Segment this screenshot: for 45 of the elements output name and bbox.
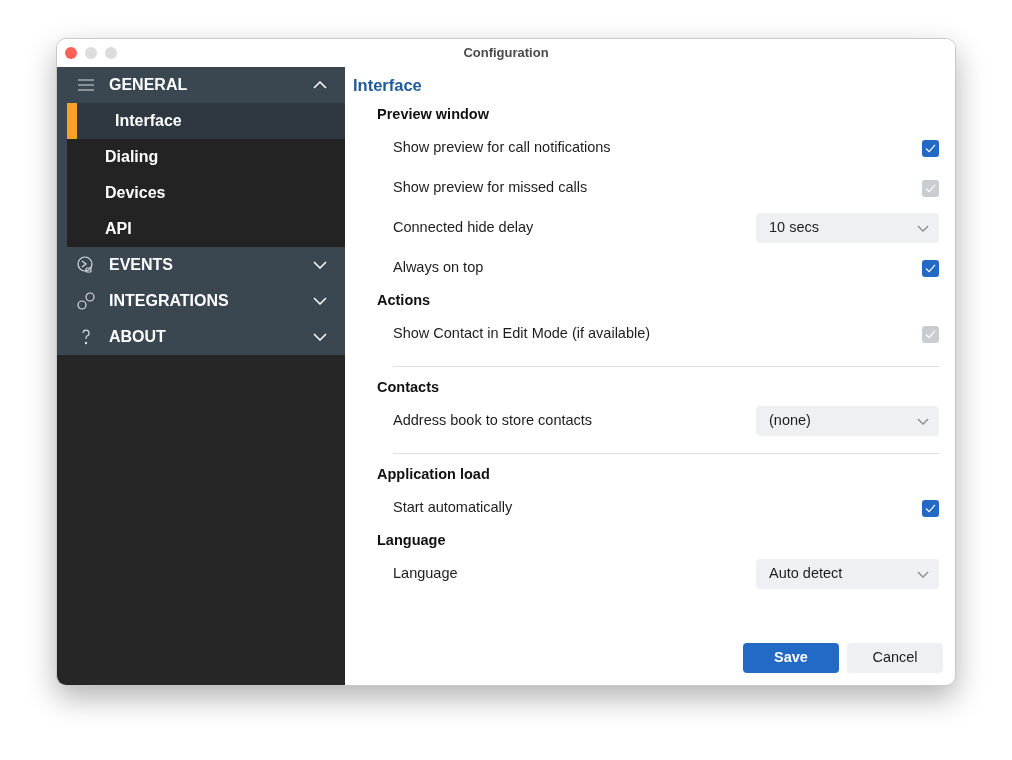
nav-group-header[interactable]: ABOUT xyxy=(57,319,345,355)
check-icon xyxy=(925,329,936,339)
section-heading: Application load xyxy=(377,465,490,485)
checkbox[interactable] xyxy=(922,499,939,517)
section-heading: Language xyxy=(377,531,446,551)
dropdown[interactable]: Auto detect xyxy=(756,559,939,589)
caret-icon xyxy=(917,417,929,425)
check-icon xyxy=(925,143,936,153)
nav-group-header[interactable]: INTEGRATIONS xyxy=(57,283,345,319)
section-heading: Preview window xyxy=(377,105,489,125)
nav-item[interactable]: Dialing xyxy=(67,139,345,175)
check-icon xyxy=(925,263,936,273)
link-icon xyxy=(76,291,96,311)
chevron-icon xyxy=(313,333,327,341)
setting-label: Address book to store contacts xyxy=(393,411,593,431)
caret-icon xyxy=(917,570,929,578)
setting-label: Show Contact in Edit Mode (if available) xyxy=(393,324,651,344)
setting-label: Language xyxy=(393,564,458,584)
nav-group-header[interactable]: GENERAL xyxy=(57,67,345,103)
page-title: Interface xyxy=(353,76,422,94)
save-button[interactable]: Save xyxy=(743,643,839,673)
setting-label: Always on top xyxy=(393,258,484,278)
dropdown[interactable]: (none) xyxy=(756,406,939,436)
setting-label: Start automatically xyxy=(393,498,513,518)
section-heading: Contacts xyxy=(377,378,440,398)
setting-label: Connected hide delay xyxy=(393,218,534,238)
cancel-button[interactable]: Cancel xyxy=(847,643,943,673)
checkbox[interactable] xyxy=(922,259,939,277)
chevron-icon xyxy=(313,261,327,269)
setting-label: Show preview for missed calls xyxy=(393,178,588,198)
check-icon xyxy=(925,503,936,513)
chevron-icon xyxy=(313,81,327,89)
caret-icon xyxy=(917,224,929,232)
checkbox[interactable] xyxy=(922,139,939,157)
chevron-icon xyxy=(313,297,327,305)
section-heading: Actions xyxy=(377,291,431,311)
nav-item[interactable]: API xyxy=(67,211,345,247)
nav-item[interactable]: Interface xyxy=(67,103,345,139)
close-button[interactable] xyxy=(65,47,77,59)
check-icon xyxy=(925,183,936,193)
window-title: Configuration xyxy=(463,44,549,63)
setting-label: Show preview for call notifications xyxy=(393,138,611,158)
nav-item[interactable]: Devices xyxy=(67,175,345,211)
dropdown[interactable]: 10 secs xyxy=(756,213,939,243)
nav-group-header[interactable]: EVENTS xyxy=(57,247,345,283)
